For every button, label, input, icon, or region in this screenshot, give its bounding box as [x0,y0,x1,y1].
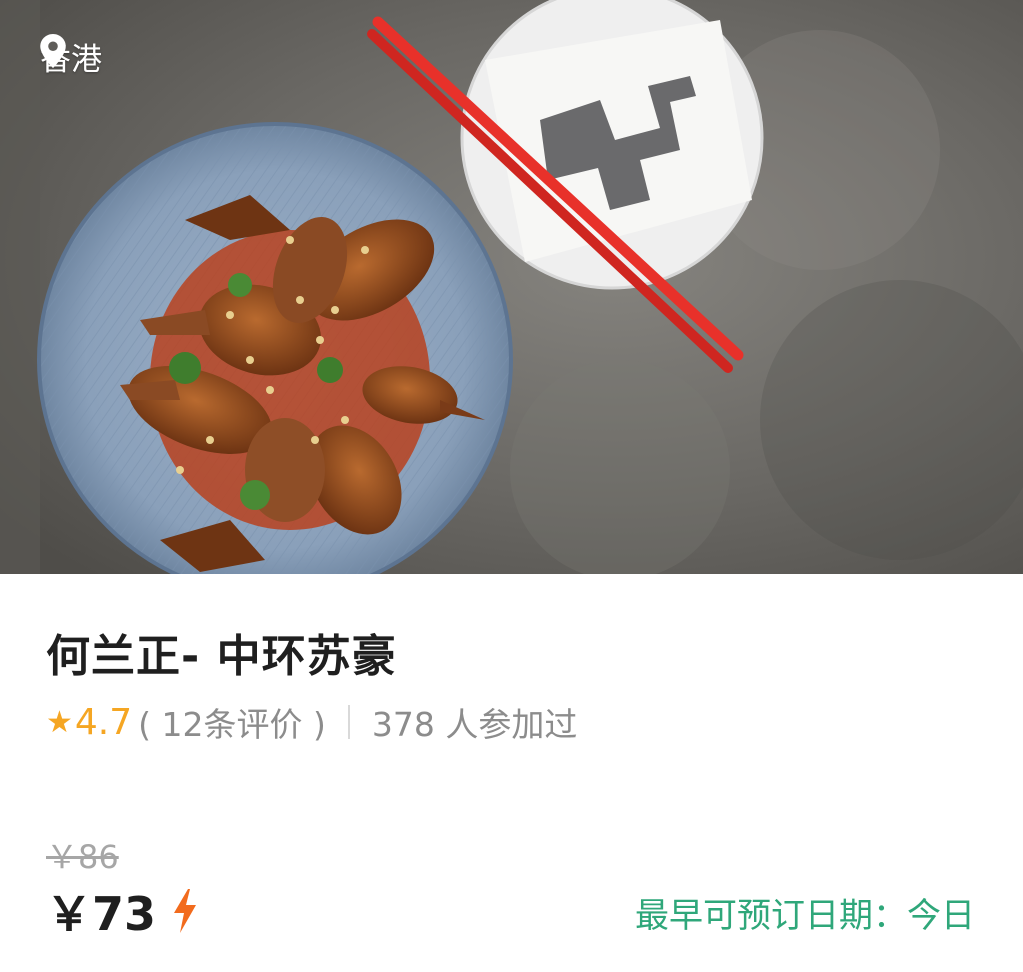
rating-score: 4.7 [74,701,133,743]
star-icon: ★ [46,704,73,740]
earliest-booking-date: 最早可预订日期：今日 [635,896,975,936]
location-label[interactable]: 香港 [40,34,102,79]
original-price: ￥86 [46,838,119,876]
hero-image[interactable]: 香港 [0,0,1023,574]
location-pin-icon [40,34,66,68]
lightning-icon [174,889,197,933]
review-count-link[interactable]: ( 12条评价 ) [138,698,326,746]
price-row: ￥73 [46,878,198,944]
rating-row: ★ 4.7 ( 12条评价 ) 378 人参加过 [46,698,577,746]
current-price: ￥73 [46,887,157,941]
divider [347,705,350,739]
food-photo [0,0,1023,574]
participants-count: 378 人参加过 [371,705,578,744]
listing-details: 何兰正- 中环苏豪 ★ 4.7 ( 12条评价 ) 378 人参加过 ￥86 ￥… [0,574,1023,972]
restaurant-title: 何兰正- 中环苏豪 [46,631,397,682]
